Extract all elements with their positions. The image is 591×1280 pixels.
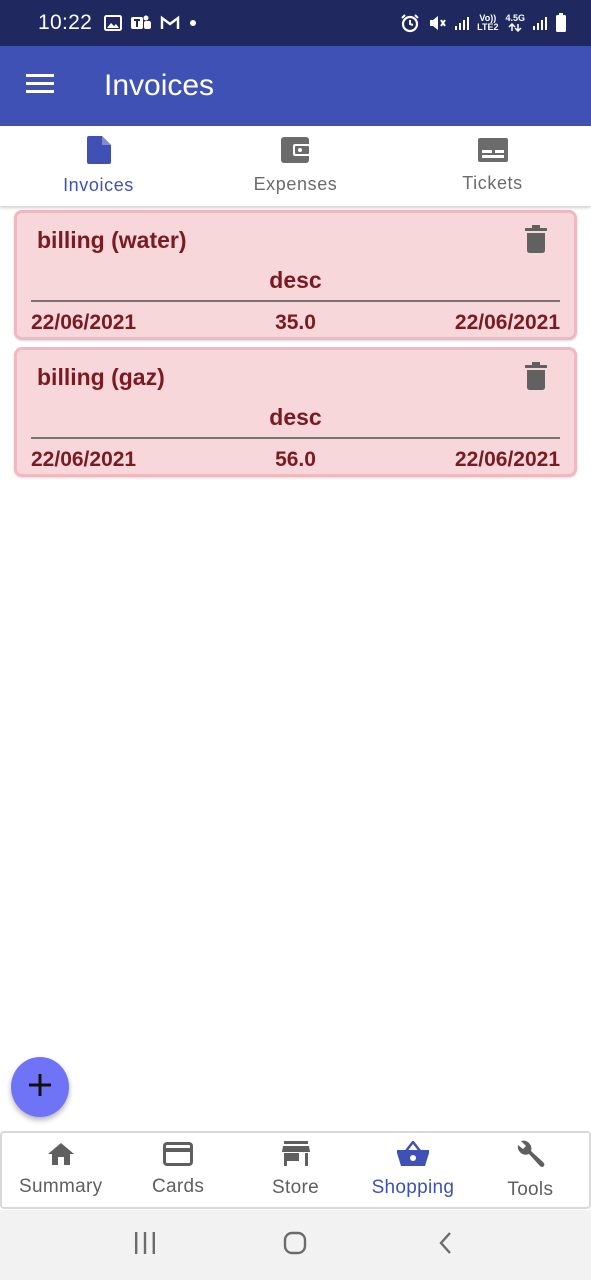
battery-icon [555, 13, 567, 33]
nav-shopping-label: Shopping [371, 1177, 455, 1198]
invoice-amount: 56.0 [275, 448, 316, 471]
hamburger-menu-icon [26, 73, 54, 99]
plus-icon [29, 1073, 51, 1101]
store-icon [281, 1141, 310, 1172]
document-icon [86, 136, 111, 169]
delete-button[interactable] [522, 224, 550, 258]
top-tabs: Invoices Expenses Tickets [0, 126, 591, 206]
nav-tools-label: Tools [507, 1179, 554, 1200]
nav-cards-label: Cards [152, 1176, 205, 1197]
nav-cards[interactable]: Cards [119, 1133, 236, 1207]
nav-tools[interactable]: Tools [472, 1133, 589, 1207]
trash-icon [525, 224, 547, 258]
teams-icon [130, 14, 152, 32]
nav-summary[interactable]: Summary [2, 1133, 119, 1207]
tab-expenses-label: Expenses [253, 174, 338, 194]
wallet-icon [280, 137, 311, 168]
lte-label: LTE2 [477, 22, 499, 32]
tab-invoices[interactable]: Invoices [0, 126, 197, 206]
home-button[interactable] [265, 1215, 325, 1275]
recent-apps-button[interactable] [115, 1215, 175, 1275]
gallery-icon [104, 15, 123, 31]
tab-expenses[interactable]: Expenses [197, 126, 394, 206]
back-button[interactable] [416, 1215, 476, 1275]
mute-icon [427, 13, 447, 33]
dot-icon [188, 18, 198, 28]
system-navigation-bar [0, 1210, 591, 1280]
network-type-indicator: 4.5G [505, 14, 525, 32]
system-status-icons: Vo)) LTE2 4.5G [400, 13, 567, 33]
page-title: Invoices [104, 69, 215, 102]
invoice-title: billing (water) [37, 227, 187, 253]
home-circle-icon [283, 1231, 307, 1260]
invoice-list: billing (water) desc 22/06/2021 35.0 22/… [14, 210, 577, 484]
network-45g-label: 4.5G [505, 13, 525, 23]
divider [31, 437, 560, 439]
invoice-details-row: 22/06/2021 35.0 22/06/2021 [31, 311, 560, 335]
invoice-amount: 35.0 [275, 311, 316, 334]
recent-apps-icon [133, 1231, 157, 1259]
invoice-description: desc [269, 404, 322, 430]
divider [31, 300, 560, 302]
notification-icons [104, 14, 198, 32]
delete-button[interactable] [522, 361, 550, 395]
add-invoice-button[interactable] [11, 1057, 69, 1117]
ticket-icon [477, 138, 508, 167]
invoice-description: desc [269, 267, 322, 293]
invoice-details-row: 22/06/2021 56.0 22/06/2021 [31, 448, 560, 472]
nav-store-label: Store [272, 1177, 319, 1198]
alarm-icon [400, 13, 420, 33]
nav-store[interactable]: Store [237, 1133, 354, 1207]
nav-shopping[interactable]: Shopping [354, 1133, 471, 1207]
signal-icon-2 [532, 15, 548, 31]
app-screen: 10:22 Vo)) LTE2 4.5G Invoices Invoices E… [0, 0, 591, 1280]
back-chevron-icon [438, 1231, 454, 1260]
invoice-card[interactable]: billing (gaz) desc 22/06/2021 56.0 22/06… [14, 347, 577, 477]
wrench-icon [515, 1139, 545, 1174]
volte-indicator: Vo)) LTE2 [477, 14, 498, 32]
shopping-basket-icon [396, 1139, 429, 1172]
tab-invoices-label: Invoices [63, 175, 134, 195]
app-bar: Invoices [0, 46, 591, 126]
tab-tickets-label: Tickets [462, 173, 523, 193]
gmail-icon [160, 15, 180, 31]
invoice-title: billing (gaz) [37, 364, 165, 390]
home-icon [47, 1142, 75, 1171]
nav-summary-label: Summary [19, 1176, 103, 1197]
bottom-navigation: Summary Cards Store Shopping Tools [0, 1131, 591, 1209]
tab-tickets[interactable]: Tickets [394, 126, 591, 206]
menu-button[interactable] [0, 46, 80, 126]
data-arrows-icon [508, 23, 522, 32]
status-time: 10:22 [38, 11, 93, 34]
trash-icon [525, 361, 547, 395]
status-bar: 10:22 Vo)) LTE2 4.5G [0, 0, 591, 46]
credit-card-icon [163, 1142, 194, 1171]
signal-icon [454, 15, 470, 31]
invoice-card[interactable]: billing (water) desc 22/06/2021 35.0 22/… [14, 210, 577, 340]
